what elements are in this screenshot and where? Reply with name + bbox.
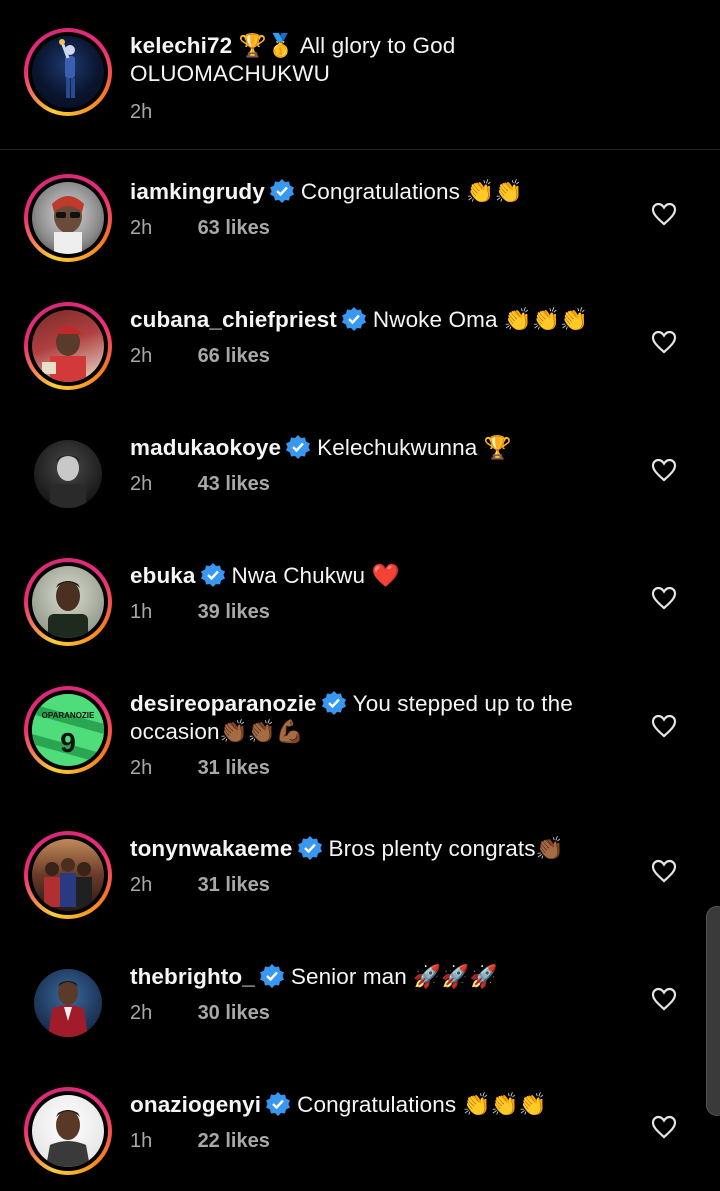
verified-badge-icon — [297, 836, 322, 860]
comment-text: Congratulations — [297, 1092, 457, 1117]
commenter-avatar[interactable] — [24, 558, 112, 646]
like-heart-icon[interactable] — [651, 586, 677, 610]
post-caption: kelechi72 🏆🥇 All glory to God OLUOMACHUK… — [0, 0, 720, 150]
commenter-avatar[interactable] — [24, 174, 112, 262]
caption-username[interactable]: kelechi72 — [130, 33, 232, 58]
like-heart-icon[interactable] — [651, 987, 677, 1011]
comment-time: 1h — [130, 601, 153, 623]
player-silhouette-icon — [59, 39, 75, 98]
comment-likes[interactable]: 31 likes — [198, 757, 270, 779]
like-heart-icon[interactable] — [651, 330, 677, 354]
verified-badge-icon — [200, 563, 225, 587]
comment-text: You stepped up to the — [352, 691, 573, 716]
comment-time: 2h — [130, 874, 153, 896]
like-heart-icon[interactable] — [651, 714, 677, 738]
comment-text: Kelechukwunna — [317, 435, 478, 460]
comment-likes[interactable]: 22 likes — [198, 1130, 270, 1152]
comment-time: 2h — [130, 473, 153, 495]
group-photo-icon — [44, 858, 92, 907]
clap-emoji: 👏🏾 — [535, 836, 564, 862]
sunglasses-man-icon — [52, 196, 84, 254]
comment-text: Congratulations — [300, 179, 460, 204]
comment-username[interactable]: madukaokoye — [130, 435, 281, 460]
scrollbar-handle[interactable] — [706, 906, 720, 1116]
clap-emoji: 👏👏👏 — [503, 307, 589, 333]
verified-badge-icon — [266, 1092, 291, 1116]
like-heart-icon[interactable] — [651, 859, 677, 883]
commenter-avatar[interactable]: OPARANOZIE 9 — [24, 686, 112, 774]
comment-likes[interactable]: 63 likes — [198, 217, 270, 239]
comment-text-line2: occasion — [130, 719, 220, 744]
clap-emoji: 👏👏👏 — [462, 1092, 547, 1118]
comment-username[interactable]: cubana_chiefpriest — [130, 307, 337, 332]
comment-text: Nwa Chukwu — [231, 563, 366, 588]
comment-time: 2h — [130, 217, 153, 239]
comment-likes[interactable]: 30 likes — [198, 1002, 270, 1024]
trophy-emoji: 🏆 — [483, 435, 512, 461]
comment-time: 2h — [130, 345, 153, 367]
comment-likes[interactable]: 31 likes — [198, 874, 270, 896]
caption-time: 2h — [130, 101, 153, 123]
comment-username[interactable]: iamkingrudy — [130, 179, 265, 204]
comment-likes[interactable]: 43 likes — [198, 473, 270, 495]
clap-emoji: 👏👏 — [466, 179, 523, 205]
commenter-avatar[interactable] — [24, 959, 112, 1047]
comment-text: Bros plenty congrats — [328, 836, 536, 861]
commenter-avatar[interactable] — [24, 430, 112, 518]
man-portrait-icon — [48, 581, 88, 638]
comment-likes[interactable]: 66 likes — [198, 345, 270, 367]
man-portrait-icon — [50, 455, 86, 508]
caption-avatar[interactable] — [24, 28, 112, 116]
caption-text: All glory to God — [299, 33, 456, 58]
comment-username[interactable]: ebuka — [130, 563, 196, 588]
caption-text-line2: OLUOMACHUKWU — [130, 61, 330, 86]
comment-likes[interactable]: 39 likes — [198, 601, 270, 623]
comment-text: Nwoke Oma — [372, 307, 498, 332]
green-jersey-icon: OPARANOZIE 9 — [32, 694, 104, 766]
comment-username[interactable]: desireoparanozie — [130, 691, 317, 716]
like-heart-icon[interactable] — [651, 202, 677, 226]
jersey-name-text: OPARANOZIE — [42, 711, 95, 720]
man-portrait-icon — [46, 1110, 90, 1167]
red-suit-man-icon — [48, 981, 88, 1037]
commenter-avatar[interactable] — [24, 302, 112, 390]
comment-item: thebrighto_ Senior man 🚀🚀🚀 2h 30 likes — [0, 935, 720, 1063]
comment-item: ebuka Nwa Chukwu ❤️ 1h 39 likes — [0, 534, 720, 662]
comment-username[interactable]: tonynwakaeme — [130, 836, 293, 861]
comment-username[interactable]: thebrighto_ — [130, 964, 255, 989]
verified-badge-icon — [269, 179, 294, 203]
verified-badge-icon — [321, 691, 346, 715]
comment-time: 2h — [130, 757, 153, 779]
red-heart-emoji: ❤️ — [371, 563, 400, 589]
comment-item: tonynwakaeme Bros plenty congrats👏🏾 2h 31… — [0, 807, 720, 935]
comment-item: madukaokoye Kelechukwunna 🏆 2h 43 likes — [0, 406, 720, 534]
comment-text: Senior man — [290, 964, 407, 989]
comment-item: onaziogenyi Congratulations 👏👏👏 1h 22 lik… — [0, 1063, 720, 1191]
like-heart-icon[interactable] — [651, 458, 677, 482]
like-heart-icon[interactable] — [651, 1115, 677, 1139]
verified-badge-icon — [286, 435, 311, 459]
comment-time: 1h — [130, 1130, 153, 1152]
comment-item: cubana_chiefpriest Nwoke Oma 👏👏👏 2h 66 li… — [0, 278, 720, 406]
verified-badge-icon — [259, 964, 284, 988]
comment-username[interactable]: onaziogenyi — [130, 1092, 261, 1117]
commenter-avatar[interactable] — [24, 831, 112, 919]
trophy-medal-emoji: 🏆🥇 — [238, 33, 295, 59]
comment-time: 2h — [130, 1002, 153, 1024]
verified-badge-icon — [341, 307, 366, 331]
clap-muscle-emoji: 👏🏾👏🏾💪🏾 — [219, 719, 304, 745]
comment-item: OPARANOZIE 9 desireoparanozie You stepped… — [0, 662, 720, 806]
comment-item: iamkingrudy Congratulations 👏👏 2h 63 like… — [0, 150, 720, 278]
rocket-emoji: 🚀🚀🚀 — [413, 964, 498, 990]
red-cap-man-icon — [42, 326, 86, 382]
commenter-avatar[interactable] — [24, 1087, 112, 1175]
jersey-number-text: 9 — [60, 727, 76, 758]
